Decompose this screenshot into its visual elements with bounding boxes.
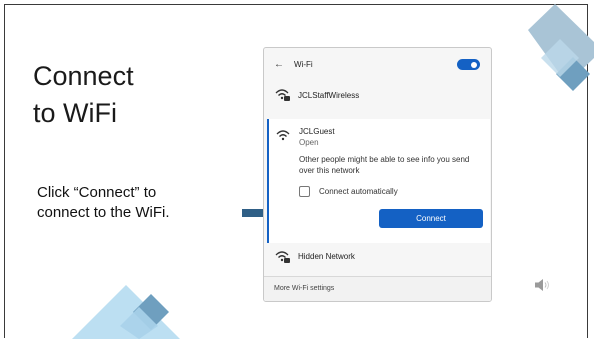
instruction-text: Click “Connect” to connect to the WiFi.: [37, 183, 237, 223]
wifi-secured-icon: [275, 251, 290, 263]
network-item-jclstaffwireless[interactable]: JCLStaffWireless: [264, 82, 491, 110]
instruction-line1: Click “Connect” to: [37, 184, 157, 201]
speaker-icon[interactable]: [534, 278, 552, 292]
wifi-toggle-knob: [471, 61, 477, 68]
wifi-toggle[interactable]: [457, 59, 480, 70]
network-item-jclguest-expanded[interactable]: JCLGuest Open Other people might be able…: [267, 119, 490, 243]
wifi-panel-title: Wi-Fi: [294, 60, 313, 69]
network-name: JCLStaffWireless: [298, 91, 360, 100]
wifi-panel-header: ← Wi-Fi: [264, 48, 491, 80]
slide-title-line1: Connect: [33, 61, 134, 91]
network-name: Hidden Network: [298, 252, 355, 261]
auto-connect-label: Connect automatically: [319, 187, 398, 196]
wifi-secured-icon: [275, 89, 290, 101]
back-arrow-icon[interactable]: ←: [274, 59, 284, 70]
instruction-line2: connect to the WiFi.: [37, 204, 170, 221]
wifi-icon: [276, 130, 290, 141]
network-status: Open: [299, 138, 319, 147]
auto-connect-row[interactable]: Connect automatically: [299, 186, 459, 200]
slide-title-line2: to WiFi: [33, 98, 117, 128]
connect-button[interactable]: Connect: [379, 209, 483, 228]
wifi-panel: ← Wi-Fi JCLStaffWireless JCLGuest Open O…: [263, 47, 492, 302]
slide: Connect to WiFi Click “Connect” to conne…: [0, 0, 594, 339]
network-name: JCLGuest: [299, 127, 335, 136]
privacy-info-text: Other people might be able to see info y…: [299, 155, 470, 175]
more-wifi-settings-link[interactable]: More Wi-Fi settings: [274, 285, 334, 292]
wifi-panel-footer: More Wi-Fi settings: [264, 276, 491, 301]
network-item-hidden-network[interactable]: Hidden Network: [264, 244, 491, 272]
auto-connect-checkbox[interactable]: [299, 186, 310, 197]
slide-title: Connect to WiFi: [33, 58, 134, 132]
